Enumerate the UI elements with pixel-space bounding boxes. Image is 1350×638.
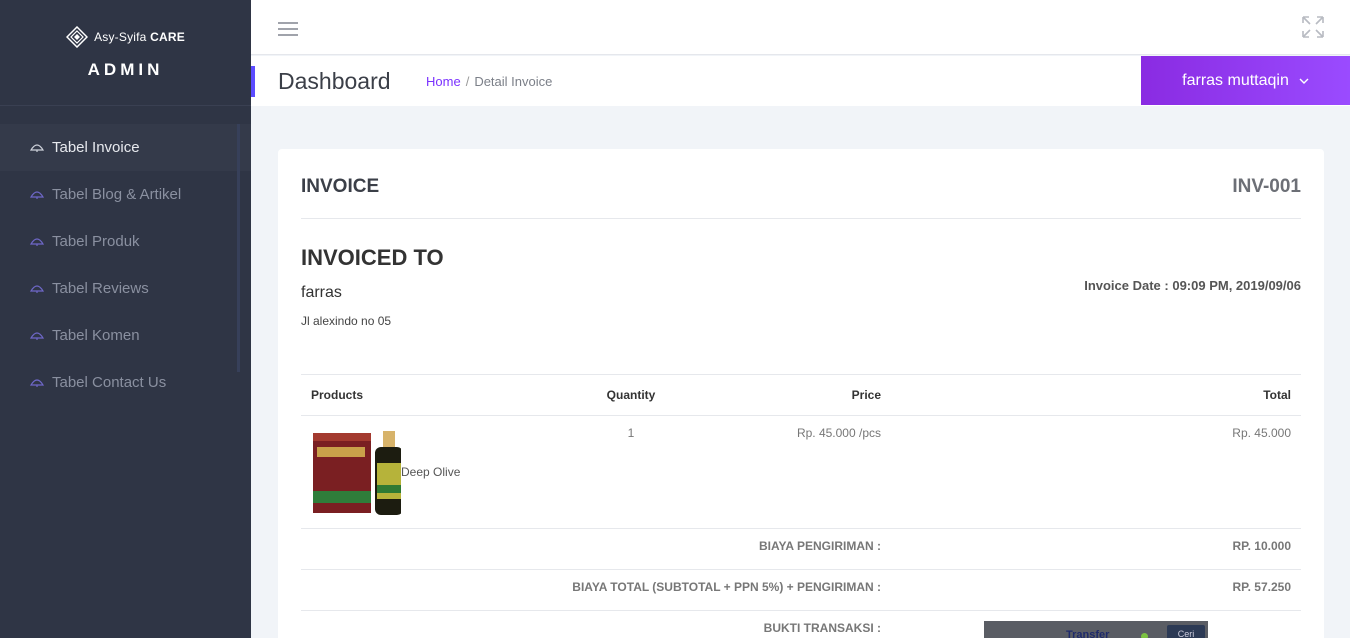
column-header-products: Products	[301, 374, 531, 416]
sidebar-item-produk[interactable]: Tabel Produk	[0, 218, 251, 265]
invoice-number: INV-001	[1232, 176, 1301, 197]
proof-image-text: Transfer	[1066, 629, 1110, 638]
umbrella-icon	[30, 143, 44, 152]
breadcrumb: Home / Detail Invoice	[426, 74, 552, 89]
shipping-label: BIAYA PENGIRIMAN :	[301, 528, 891, 570]
breadcrumb-home[interactable]: Home	[426, 74, 461, 89]
item-price: Rp. 45.000 /pcs	[731, 415, 891, 529]
sidebar-item-label: Tabel Produk	[52, 233, 140, 250]
logo-text-bold: CARE	[150, 30, 185, 44]
total-row: BIAYA TOTAL (SUBTOTAL + PPN 5%) + PENGIR…	[301, 569, 1301, 611]
page-title: Dashboard	[278, 68, 391, 94]
invoice-heading: INVOICE	[301, 176, 380, 197]
sidebar-item-label: Tabel Komen	[52, 327, 140, 344]
sidebar-scrollbar[interactable]	[237, 124, 240, 372]
sidebar: Asy-Syifa CARE ADMIN Tabel Invoice Tabel…	[0, 0, 251, 638]
sidebar-item-blog[interactable]: Tabel Blog & Artikel	[0, 171, 251, 218]
header-accent-bar	[251, 66, 255, 97]
breadcrumb-current: Detail Invoice	[474, 74, 553, 89]
breadcrumb-separator: /	[465, 74, 470, 89]
chevron-down-icon	[1299, 78, 1309, 84]
invoice-card: INVOICE INV-001 INVOICED TO farras Jl al…	[278, 149, 1324, 638]
sidebar-item-label: Tabel Reviews	[52, 280, 149, 297]
total-value: RP. 57.250	[891, 569, 1301, 611]
logo[interactable]: Asy-Syifa CARE	[0, 26, 251, 48]
product-image	[313, 431, 401, 515]
column-header-quantity: Quantity	[531, 374, 731, 416]
admin-title: ADMIN	[87, 60, 164, 79]
invoice-items-table: Products Quantity Price Total Deep Olive…	[301, 374, 1301, 638]
umbrella-icon	[30, 284, 44, 293]
sidebar-item-reviews[interactable]: Tabel Reviews	[0, 265, 251, 312]
sidebar-item-contact[interactable]: Tabel Contact Us	[0, 359, 251, 406]
umbrella-icon	[30, 190, 44, 199]
umbrella-icon	[30, 237, 44, 246]
sidebar-item-label: Tabel Blog & Artikel	[52, 186, 182, 203]
umbrella-icon	[30, 331, 44, 340]
sidebar-item-invoice[interactable]: Tabel Invoice	[0, 124, 251, 171]
shipping-value: RP. 10.000	[891, 528, 1301, 570]
invoice-date: Invoice Date : 09:09 PM, 2019/09/06	[1084, 278, 1301, 293]
topbar	[251, 0, 1350, 55]
logo-icon	[66, 26, 89, 48]
menu-toggle-icon[interactable]	[278, 22, 298, 38]
shipping-row: BIAYA PENGIRIMAN : RP. 10.000	[301, 528, 1301, 570]
user-name: farras muttaqin	[1182, 71, 1289, 89]
page-header: Dashboard Home / Detail Invoice farras mut…	[251, 56, 1350, 106]
total-label: BIAYA TOTAL (SUBTOTAL + PPN 5%) + PENGIR…	[301, 569, 891, 611]
customer-address: Jl alexindo no 05	[301, 314, 392, 328]
logo-text-light: Asy-Syifa	[94, 30, 147, 44]
brand: Asy-Syifa CARE ADMIN	[0, 0, 251, 106]
divider	[301, 218, 1301, 219]
sidebar-menu: Tabel Invoice Tabel Blog & Artikel Tabel…	[0, 124, 251, 406]
proof-image-button: Ceri	[1167, 625, 1205, 638]
column-header-total: Total	[891, 374, 1301, 416]
umbrella-icon	[30, 378, 44, 387]
invoiced-to-heading: INVOICED TO	[301, 245, 444, 270]
proof-label: BUKTI TRANSAKSI :	[301, 610, 891, 638]
user-menu-button[interactable]: farras muttaqin	[1141, 56, 1350, 105]
sidebar-item-komen[interactable]: Tabel Komen	[0, 312, 251, 359]
column-header-price: Price	[731, 374, 891, 416]
status-dot	[1141, 633, 1148, 638]
sidebar-item-label: Tabel Invoice	[52, 139, 140, 156]
item-total: Rp. 45.000	[891, 415, 1301, 529]
product-name: Deep Olive	[401, 465, 461, 479]
sidebar-item-label: Tabel Contact Us	[52, 374, 167, 391]
customer-name: farras	[301, 284, 342, 301]
fullscreen-icon[interactable]	[1302, 16, 1324, 38]
transaction-proof-image[interactable]: Transfer Ceri	[984, 621, 1208, 638]
table-row: Deep Olive 1 Rp. 45.000 /pcs Rp. 45.000	[301, 415, 1301, 529]
item-quantity: 1	[531, 415, 731, 529]
